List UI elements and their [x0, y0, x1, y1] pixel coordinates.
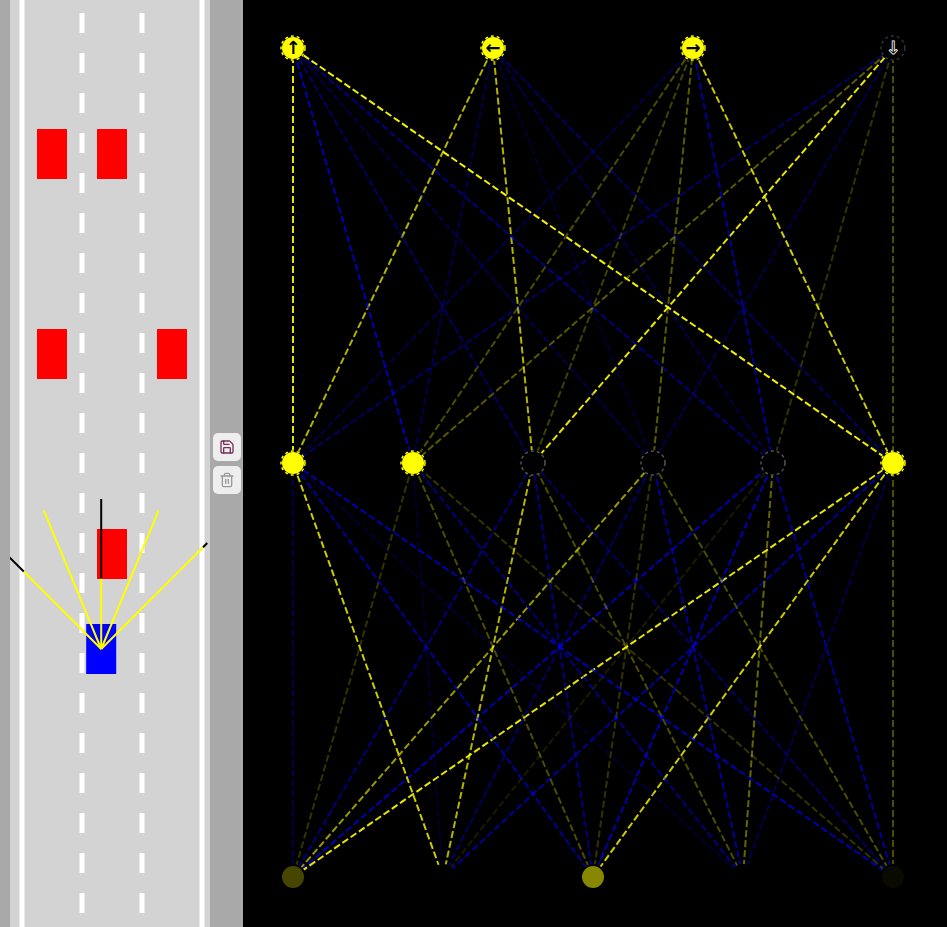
network-edge [293, 463, 593, 877]
road-canvas [10, 0, 210, 927]
output-label: ↑ [285, 37, 300, 58]
traffic-car [97, 129, 127, 179]
road-edge [20, 0, 25, 927]
network-edge [493, 48, 653, 463]
network-edge [493, 48, 533, 463]
discard-button[interactable] [213, 466, 241, 494]
network-canvas: ↑ ← → ↓ [243, 0, 947, 927]
lane-divider [140, 13, 145, 927]
network-edge [293, 463, 413, 877]
network-edge [443, 463, 773, 877]
network-edge [743, 463, 773, 877]
trash-icon [219, 472, 235, 488]
output-node: ↑ [280, 35, 306, 61]
network-edge [653, 48, 693, 463]
output-node: ← [480, 35, 506, 61]
hidden-node [760, 450, 786, 476]
road-panel [10, 0, 210, 927]
network-edge [413, 463, 593, 877]
sensor-ray [10, 543, 101, 649]
output-label: ↓ [885, 37, 900, 58]
network-edge [443, 463, 533, 877]
hidden-node [640, 450, 666, 476]
network-edge [693, 48, 773, 463]
network-edge [653, 463, 743, 877]
input-node [880, 864, 906, 890]
network-edge [293, 48, 773, 463]
sensor-ray [101, 510, 158, 649]
network-edge [293, 48, 493, 463]
input-node [730, 864, 756, 890]
network-edge [293, 48, 893, 463]
network-edge [533, 463, 593, 877]
output-node: → [680, 35, 706, 61]
network-edge [292, 48, 294, 463]
output-label: → [685, 37, 700, 58]
network-edge [892, 463, 894, 877]
output-node: ↓ [880, 35, 906, 61]
control-bar [210, 0, 243, 927]
network-edge [293, 463, 893, 877]
network-edge [493, 48, 893, 463]
network-edge [413, 463, 743, 877]
network-edge [293, 48, 653, 463]
input-node [280, 864, 306, 890]
network-edge [593, 463, 653, 877]
hidden-node [520, 450, 546, 476]
sensor-ray [101, 543, 207, 649]
input-node [430, 864, 456, 890]
network-edge [413, 48, 493, 463]
network-edge [413, 463, 443, 877]
simulator: ↑ ← → ↓ [0, 0, 947, 927]
network-edge [653, 463, 893, 877]
network-edge [653, 48, 893, 463]
network-edge [743, 463, 893, 877]
network-edge [293, 463, 893, 877]
network-edge [293, 48, 533, 463]
traffic-car [157, 329, 187, 379]
floppy-icon [219, 439, 235, 455]
traffic-car [37, 329, 67, 379]
network-edge [533, 463, 893, 877]
road-edge [200, 0, 205, 927]
network-edge [413, 48, 893, 463]
network-edge [293, 48, 893, 463]
network-panel: ↑ ← → ↓ [243, 0, 947, 927]
network-edge [693, 48, 893, 463]
network-edge [292, 463, 294, 877]
sensor-ray [101, 499, 102, 649]
network-edge [493, 48, 773, 463]
network-edge [533, 48, 893, 463]
hidden-node [880, 450, 906, 476]
lane-divider [80, 13, 85, 927]
save-button[interactable] [213, 433, 241, 461]
network-edge [293, 463, 743, 877]
network-edge [293, 463, 533, 877]
traffic-car [37, 129, 67, 179]
network-edge [593, 463, 773, 877]
network-edge [443, 463, 893, 877]
network-edge [293, 463, 773, 877]
network-edge [533, 48, 693, 463]
output-label: ← [485, 37, 500, 58]
network-edge [892, 48, 894, 463]
network-edge [773, 463, 893, 877]
network-edge [533, 463, 743, 877]
input-node [580, 864, 606, 890]
network-edge [293, 463, 443, 877]
sensor-ray [44, 510, 101, 649]
hidden-node [280, 450, 306, 476]
network-edge [413, 463, 893, 877]
network-edge [413, 48, 693, 463]
hidden-node [400, 450, 426, 476]
network-edge [293, 463, 653, 877]
network-edge [293, 48, 413, 463]
